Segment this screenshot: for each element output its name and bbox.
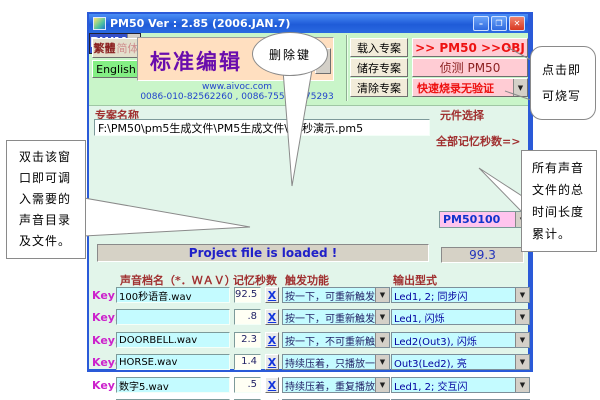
output-select[interactable]: Led2(Out3), 闪烁▼: [391, 332, 530, 348]
chevron-down-icon[interactable]: ▼: [375, 355, 389, 369]
table-row: Key3 2.3 X 按一下，不可重新触发▼ Led2(Out3), 闪烁▼: [89, 332, 535, 349]
project-path-input[interactable]: [94, 119, 430, 136]
seconds-value: .8: [234, 309, 261, 325]
header-trigger: 触发功能: [285, 272, 329, 288]
titlebar[interactable]: PM50 Ver : 2.85 (2006.JAN.7) – ❐ ✕: [89, 14, 528, 33]
simplified-chinese-label: 简体: [117, 40, 139, 56]
output-select[interactable]: Out3(Led2), 亮▼: [391, 354, 530, 370]
filename-input[interactable]: [116, 287, 230, 303]
clear-project-button[interactable]: 清除专案: [350, 78, 408, 97]
detect-pm50-button[interactable]: 侦测 PM50: [412, 58, 528, 77]
language-toggle-button[interactable]: 繁體 简体: [92, 38, 140, 58]
save-project-button[interactable]: 储存专案: [350, 58, 408, 77]
header-seconds: 记忆秒数: [233, 272, 277, 288]
delete-x-button[interactable]: X: [265, 332, 279, 348]
component-select-label: 元件选择: [440, 107, 484, 123]
seconds-value: 1.4: [234, 354, 261, 370]
load-project-button[interactable]: 载入专案: [350, 38, 408, 57]
output-select[interactable]: Led1, 2; 同步闪▼: [391, 287, 530, 303]
chevron-down-icon[interactable]: ▼: [515, 355, 529, 369]
table-row: Key1 92.5 X 按一下，可重新触发▼ Led1, 2; 同步闪▼: [89, 287, 535, 304]
total-seconds-label: 全部记忆秒数=>: [436, 133, 520, 149]
status-bar: Project file is loaded !: [97, 244, 429, 262]
chevron-down-icon[interactable]: ▼: [375, 288, 389, 302]
chevron-down-icon[interactable]: ▼: [515, 378, 529, 392]
trigger-select[interactable]: 持续压着，只播放一次▼: [282, 354, 390, 370]
chevron-down-icon[interactable]: ▼: [515, 288, 529, 302]
vendor-website: www.aivoc.com: [137, 82, 337, 92]
delete-x-button[interactable]: X: [265, 309, 279, 325]
output-select[interactable]: Led1, 2; 交互闪▼: [391, 377, 530, 393]
toolbar-divider: [346, 35, 348, 101]
delete-x-button[interactable]: X: [265, 354, 279, 370]
seconds-value: 92.5: [234, 287, 261, 303]
trigger-select[interactable]: 按一下，可重新触发▼: [282, 309, 390, 325]
vendor-phone: 0086-010-82562260 , 0086-755-83775293: [137, 92, 337, 102]
callout-double-click: 双击该窗口即可调入需要的声音目录及文件。: [6, 140, 86, 259]
filename-input[interactable]: [116, 354, 230, 370]
minimize-button[interactable]: –: [473, 16, 489, 31]
delete-x-button[interactable]: X: [265, 377, 279, 393]
chevron-down-icon[interactable]: ▼: [375, 310, 389, 324]
header-filename: 声音档名（*．ＷＡＶ）: [120, 272, 236, 288]
table-row: Key5 .5 X 持续压着，重复播放▼ Led1, 2; 交互闪▼: [89, 377, 535, 394]
maximize-button[interactable]: ❐: [491, 16, 507, 31]
chevron-down-icon[interactable]: ▼: [515, 333, 529, 347]
screenshot-stage: PM50 Ver : 2.85 (2006.JAN.7) – ❐ ✕ 繁體 简体…: [0, 0, 600, 400]
filename-input[interactable]: [116, 377, 230, 393]
component-value: PM50100: [440, 213, 515, 226]
traditional-chinese-label: 繁體: [94, 40, 116, 56]
chevron-down-icon[interactable]: ▼: [515, 310, 529, 324]
burn-pm50-obj-button[interactable]: >> PM50 >>OBJ: [412, 38, 528, 57]
seconds-value: .5: [234, 377, 261, 393]
edit-mode-title: 标准编辑: [150, 46, 242, 76]
close-button[interactable]: ✕: [509, 16, 525, 31]
main-area: 专案名称 元件选择 PM50100 ▼ 全部记忆秒数=> Project fil…: [89, 106, 528, 369]
delete-x-button[interactable]: X: [265, 287, 279, 303]
filename-input[interactable]: [116, 332, 230, 348]
header-output: 输出型式: [393, 272, 437, 288]
callout-total-time: 所有声音文件的总时间长度累计。: [521, 150, 597, 252]
output-select[interactable]: Led1, 闪烁▼: [391, 309, 530, 325]
seconds-value: 2.3: [234, 332, 261, 348]
window-title: PM50 Ver : 2.85 (2006.JAN.7): [110, 17, 471, 30]
vendor-contact: www.aivoc.com 0086-010-82562260 , 0086-7…: [137, 82, 337, 102]
english-button[interactable]: English: [92, 60, 140, 78]
app-icon: [93, 17, 106, 30]
fast-burn-select[interactable]: 快速烧录无验证 ▼: [412, 78, 528, 97]
trigger-select[interactable]: 按一下，可重新触发▼: [282, 287, 390, 303]
total-seconds-value: 99.3: [441, 247, 524, 263]
callout-click-burn: 点击即可烧写: [530, 46, 596, 120]
table-row: Key4 1.4 X 持续压着，只播放一次▼ Out3(Led2), 亮▼: [89, 354, 535, 371]
fast-burn-label: 快速烧录无验证: [417, 80, 513, 96]
trigger-select[interactable]: 持续压着，重复播放▼: [282, 377, 390, 393]
filename-input[interactable]: [116, 309, 230, 325]
chevron-down-icon[interactable]: ▼: [375, 378, 389, 392]
callout-delete-key: 删除键: [252, 32, 328, 76]
trigger-select[interactable]: 按一下，不可重新触发▼: [282, 332, 390, 348]
table-row: Key2 .8 X 按一下，可重新触发▼ Led1, 闪烁▼: [89, 309, 535, 326]
component-select[interactable]: PM50100 ▼: [439, 211, 530, 228]
chevron-down-icon[interactable]: ▼: [513, 79, 527, 96]
chevron-down-icon[interactable]: ▼: [375, 333, 389, 347]
